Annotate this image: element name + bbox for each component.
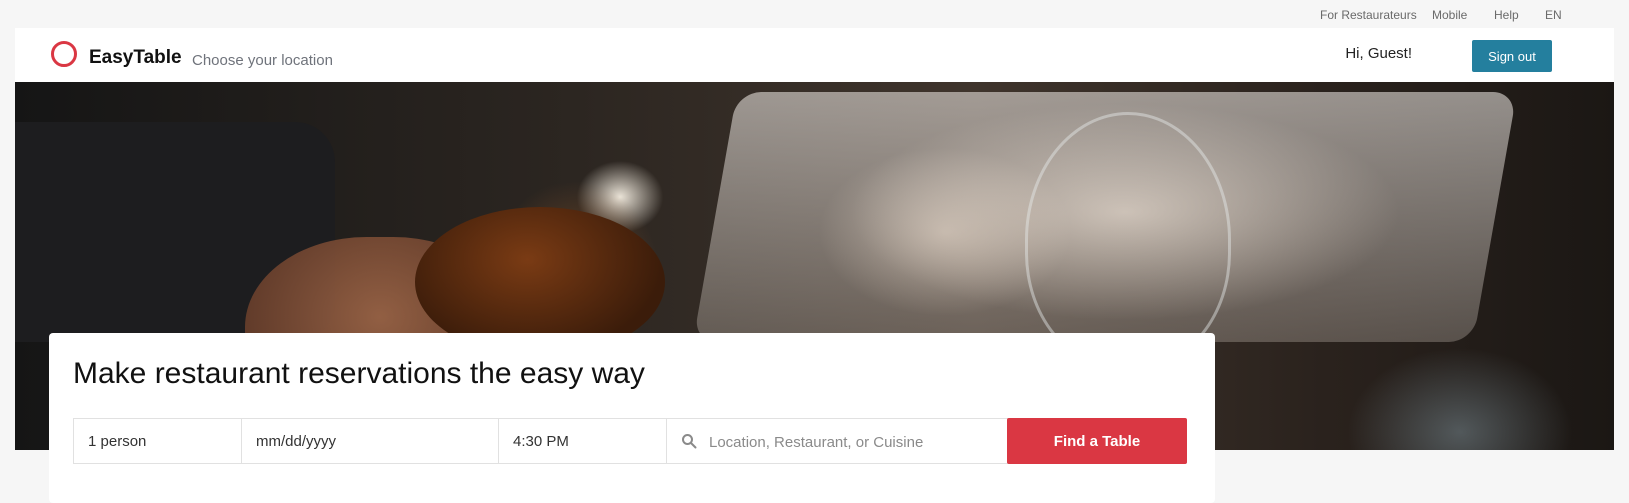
reservation-search-card: Make restaurant reservations the easy wa…	[49, 333, 1215, 503]
site-header: EasyTable Choose your location Hi, Guest…	[15, 28, 1614, 82]
search-input[interactable]	[707, 419, 1001, 465]
time-value: 4:30 PM	[513, 432, 569, 450]
time-select[interactable]: 4:30 PM	[498, 418, 667, 464]
page-title: Make restaurant reservations the easy wa…	[73, 357, 645, 390]
date-value: mm/dd/yyyy	[256, 432, 337, 450]
ring-logo-icon[interactable]	[51, 41, 77, 67]
search-icon	[682, 434, 697, 449]
link-mobile[interactable]: Mobile	[1432, 8, 1467, 22]
user-greeting: Hi, Guest!	[1345, 45, 1412, 62]
utility-nav: For Restaurateurs Mobile Help EN	[0, 0, 1629, 28]
link-for-restaurateurs[interactable]: For Restaurateurs	[1320, 8, 1417, 22]
hero-wine-glass	[1025, 112, 1231, 368]
link-help[interactable]: Help	[1494, 8, 1519, 22]
find-a-table-button[interactable]: Find a Table	[1007, 418, 1187, 464]
party-size-select[interactable]: 1 person	[73, 418, 242, 464]
language-selector[interactable]: EN	[1545, 8, 1562, 22]
search-field[interactable]	[666, 418, 1008, 465]
location-selector[interactable]: Choose your location	[192, 52, 333, 69]
brand-name[interactable]: EasyTable	[89, 47, 182, 69]
date-picker[interactable]: mm/dd/yyyy	[241, 418, 499, 464]
party-size-value: 1 person	[88, 432, 147, 450]
sign-out-button[interactable]: Sign out	[1472, 40, 1552, 72]
